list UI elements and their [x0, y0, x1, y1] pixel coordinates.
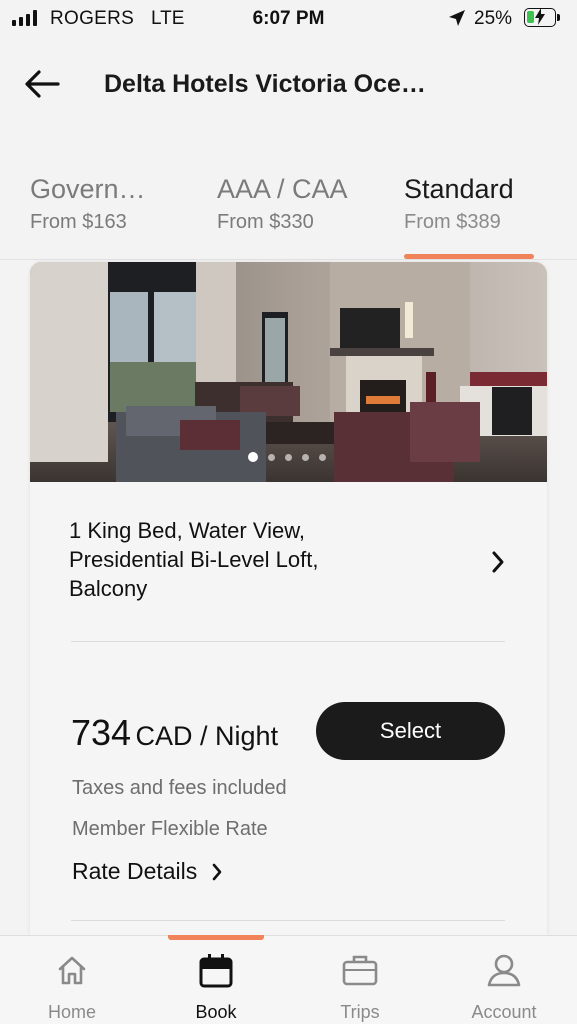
arrow-left-icon — [25, 70, 60, 98]
active-tab-indicator — [404, 254, 534, 259]
nav-label: Book — [195, 1002, 237, 1022]
room-card: 1 King Bed, Water View, Presidential Bi-… — [30, 262, 547, 962]
divider — [71, 641, 505, 642]
room-name: 1 King Bed, Water View, Presidential Bi-… — [69, 518, 319, 601]
divider — [71, 920, 505, 921]
tab-name: Standard — [404, 174, 514, 204]
tab-price: From $389 — [404, 211, 501, 233]
bottom-nav: Home Book Trips Account — [0, 935, 577, 1024]
nav-book[interactable]: Book — [144, 936, 288, 1024]
tab-government-rate[interactable]: Govern… From $163 — [30, 174, 180, 234]
header: Delta Hotels Victoria Oce… — [0, 50, 577, 120]
carousel-dot[interactable] — [268, 453, 275, 461]
price-amount: 734 — [71, 712, 132, 753]
rate-details-label: Rate Details — [72, 858, 198, 884]
back-button[interactable] — [22, 66, 62, 102]
nav-account[interactable]: Account — [432, 936, 576, 1024]
tab-price: From $330 — [217, 211, 314, 233]
room-price: 734 CAD / Night — [71, 712, 278, 754]
photo-carousel-dots[interactable] — [248, 452, 326, 462]
nav-label: Trips — [340, 1002, 380, 1022]
hotel-title: Delta Hotels Victoria Oce… — [104, 70, 426, 98]
carousel-dot[interactable] — [248, 452, 258, 462]
tab-name: Govern… — [30, 174, 146, 204]
tab-standard-rate[interactable]: Standard From $389 — [404, 174, 564, 234]
tax-note: Taxes and fees included — [72, 777, 287, 799]
carousel-dot[interactable] — [319, 453, 326, 461]
tab-price: From $163 — [30, 211, 127, 233]
rate-name: Member Flexible Rate — [72, 818, 268, 840]
user-icon — [487, 954, 521, 987]
room-photo[interactable] — [30, 262, 547, 482]
charging-bolt-icon — [535, 8, 545, 25]
nav-trips[interactable]: Trips — [288, 936, 432, 1024]
price-unit: CAD / Night — [135, 721, 279, 751]
nav-label: Account — [471, 1002, 537, 1022]
battery-percentage: 25% — [474, 8, 513, 29]
home-icon — [58, 956, 86, 985]
nav-label: Home — [47, 1002, 96, 1022]
select-button[interactable]: Select — [316, 702, 505, 760]
status-bar: ROGERS LTE 6:07 PM 25% — [0, 0, 577, 38]
carousel-dot[interactable] — [285, 453, 292, 461]
rate-tabs: Govern… From $163 AAA / CAA From $330 St… — [0, 160, 577, 260]
battery-level — [527, 11, 534, 23]
tab-aaa-caa-rate[interactable]: AAA / CAA From $330 — [217, 174, 377, 234]
chevron-right-icon — [492, 551, 504, 573]
nav-home[interactable]: Home — [0, 936, 144, 1024]
battery-tip — [557, 14, 560, 21]
calendar-icon — [199, 954, 233, 988]
rate-details-link[interactable]: Rate Details — [72, 858, 223, 885]
room-details-row[interactable]: 1 King Bed, Water View, Presidential Bi-… — [30, 482, 547, 642]
chevron-right-icon — [212, 863, 222, 880]
location-arrow-icon — [449, 10, 465, 26]
battery-icon — [524, 8, 556, 27]
suitcase-icon — [342, 955, 378, 986]
tab-name: AAA / CAA — [217, 174, 348, 204]
carousel-dot[interactable] — [302, 453, 309, 461]
